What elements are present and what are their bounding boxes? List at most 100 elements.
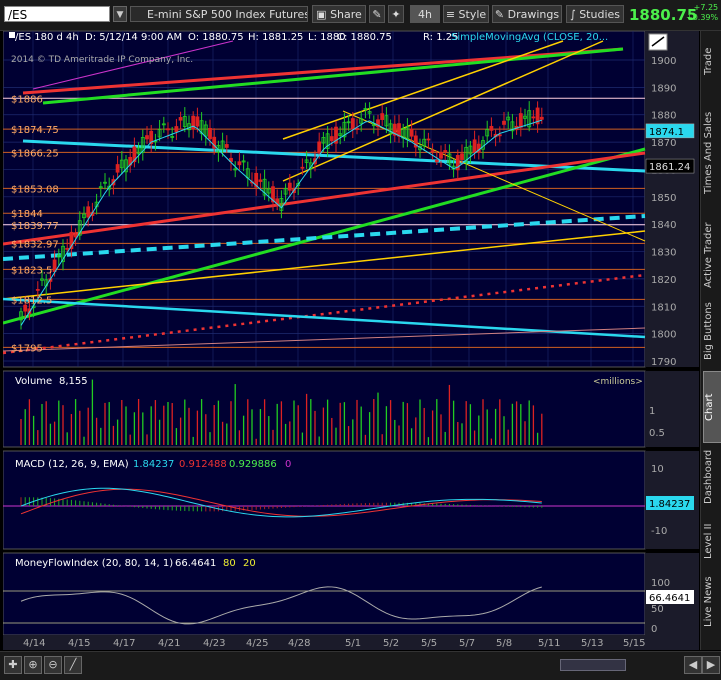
mfi-value: 66.4641 [175, 558, 216, 569]
time-axis-label: 5/1 [345, 638, 361, 649]
share-button[interactable]: ▣ Share [312, 5, 366, 23]
time-axis-label: 5/2 [383, 638, 399, 649]
candle-body [166, 128, 170, 131]
price-axis-label: 1820 [651, 275, 676, 286]
drawings-label: Drawings [507, 8, 560, 21]
price-axis-label: 1880 [651, 111, 676, 122]
bar-date: D: 5/12/14 9:00 AM [85, 32, 182, 43]
time-axis-label: 5/5 [421, 638, 437, 649]
symbol-description: E-mini S&P 500 Index Futures,ET... [130, 6, 308, 22]
candle-body [502, 120, 506, 125]
price-axis-label: 1850 [651, 193, 676, 204]
candle-body [317, 141, 322, 154]
studies-label: Studies [579, 8, 621, 21]
macd-marker-label: 1.84237 [649, 499, 690, 510]
candle-body [380, 113, 385, 120]
candle-body [397, 123, 401, 137]
price-axis-label: 1870 [651, 138, 676, 149]
candle-body [497, 134, 502, 137]
tab-times-and-sales[interactable]: Times And Sales [703, 89, 720, 217]
aggregation-select[interactable]: 4h [410, 5, 440, 23]
level-label: $1823.5 [11, 265, 52, 276]
time-axis-label: 4/14 [23, 638, 45, 649]
drawings-icon: ✎ [494, 8, 508, 21]
macd-axis-neg10: -10 [651, 526, 667, 537]
candle-body [115, 164, 120, 173]
candle-body [300, 166, 305, 169]
price-axis-label: 1840 [651, 220, 676, 231]
time-axis-label: 4/21 [158, 638, 180, 649]
time-axis-label: 5/7 [459, 638, 475, 649]
mfi-axis-0: 0 [651, 624, 657, 635]
zoom-out-icon[interactable]: ⊖ [44, 656, 62, 674]
candle-body [539, 116, 544, 120]
price-axis-label: 1900 [651, 56, 676, 67]
tab-big-buttons[interactable]: Big Buttons [703, 293, 720, 369]
zoom-in-icon[interactable]: ⊕ [24, 656, 42, 674]
mfi-os: 20 [243, 558, 256, 569]
candle-body [145, 135, 149, 140]
mfi-marker-label: 66.4641 [649, 593, 690, 604]
mfi-axis-50: 50 [651, 604, 664, 615]
pct-change: +0.39% [686, 13, 719, 22]
candle-body [460, 153, 464, 160]
symbol-input[interactable]: /ES [4, 6, 110, 22]
candle-body [518, 113, 523, 128]
style-button[interactable]: ≡ Style [443, 5, 489, 23]
time-scrollbar[interactable] [560, 659, 626, 671]
wrench-icon[interactable]: ✦ [388, 5, 404, 23]
tab-trade[interactable]: Trade [703, 35, 720, 87]
crosshair-tool-icon[interactable]: ✎ [369, 5, 385, 23]
scroll-left-icon[interactable]: ◀ [684, 656, 702, 674]
bottom-toolbar: ✚ ⊕ ⊖ ╱ ◀ ▶ [0, 651, 721, 680]
net-change: +7.25 [693, 3, 719, 12]
tab-live-news[interactable]: Live News [703, 571, 720, 633]
tab-chart[interactable]: Chart [703, 371, 721, 443]
price-axis-label: 1810 [651, 302, 676, 313]
tab-level-ii[interactable]: Level II [703, 513, 720, 569]
candle-body [329, 136, 334, 142]
level-label: $1832.97 [11, 239, 59, 250]
candle-body [439, 151, 443, 159]
candle-body [531, 116, 536, 119]
chart-area[interactable]: $1886 $1874.75 $1866.25 $1853.08 $1844 $1839.… [2, 30, 699, 650]
style-icon: ≡ [445, 8, 459, 21]
drawing-line-icon[interactable]: ╱ [64, 656, 82, 674]
studies-button[interactable]: ∫ Studies [566, 5, 624, 23]
time-axis-label: 4/17 [113, 638, 135, 649]
time-axis-label: 4/23 [203, 638, 225, 649]
candle-body [178, 117, 183, 121]
scroll-right-icon[interactable]: ▶ [702, 656, 720, 674]
time-axis-label: 4/15 [68, 638, 90, 649]
candle-body [426, 138, 431, 141]
candle-body [287, 182, 292, 191]
candle-body [52, 259, 57, 272]
macd-diff: 0.929886 [229, 459, 277, 470]
macd-value: 1.84237 [133, 459, 174, 470]
candle-body [430, 150, 435, 153]
chart-svg[interactable]: $1886 $1874.75 $1866.25 $1853.08 $1844$1839.… [2, 30, 699, 650]
candle-body [409, 129, 414, 137]
time-axis-label: 5/15 [623, 638, 645, 649]
level-label: $1812.5 [11, 295, 52, 306]
mfi-axis-100: 100 [651, 578, 670, 589]
price-change: +7.25 +0.39% [686, 3, 718, 23]
candle-body [208, 128, 212, 140]
pan-icon[interactable]: ✚ [4, 656, 22, 674]
candle-body [73, 234, 78, 238]
price-axis-label: 1890 [651, 83, 676, 94]
mfi-ob: 80 [223, 558, 236, 569]
symbol-period-label: /ES 180 d 4h [15, 32, 79, 43]
time-axis-label: 4/28 [288, 638, 310, 649]
level-label: $1839.77 [11, 221, 59, 232]
symbol-dropdown-button[interactable]: ▼ [113, 6, 127, 22]
main-toolbar: /ES ▼ E-mini S&P 500 Index Futures,ET...… [0, 0, 721, 31]
macd-zero: 0 [285, 459, 291, 470]
bar-open: O: 1880.75 [188, 32, 244, 43]
tab-dashboard[interactable]: Dashboard [703, 443, 720, 511]
share-label: Share [330, 8, 362, 21]
tab-active-trader[interactable]: Active Trader [703, 219, 720, 291]
drawings-button[interactable]: ✎ Drawings [492, 5, 562, 23]
level-label: $1795 [11, 343, 43, 354]
studies-icon: ∫ [569, 8, 580, 21]
